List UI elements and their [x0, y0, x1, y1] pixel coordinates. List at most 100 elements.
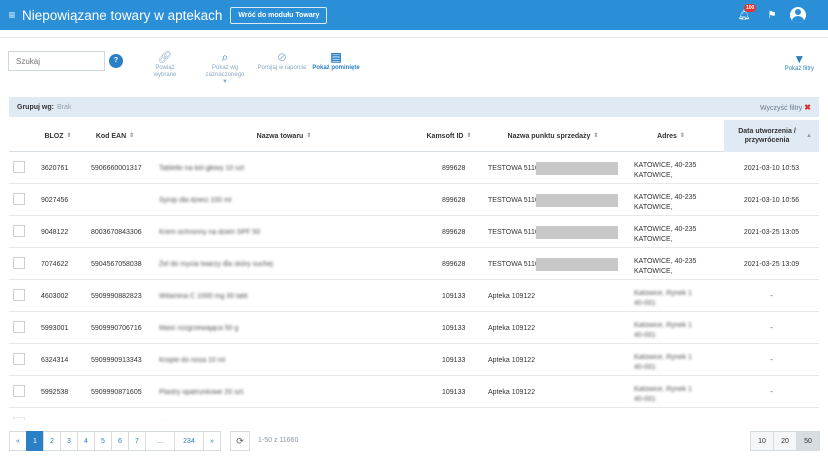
back-to-products-button[interactable]: Wróć do modułu Towary [230, 6, 328, 24]
hamburger-menu-icon[interactable]: ≡ [4, 8, 20, 22]
cell-point-name: Apteka 109122 [488, 292, 536, 300]
table-row[interactable]: 5992538 5909990871605 Plastry opatrunkow… [9, 376, 819, 408]
show-by-selected-button[interactable]: ⌕ Pokaż wg zaznaczonego ▼ [200, 50, 250, 86]
pagination: «1 2 3 4 5 6 7... 234» [9, 431, 221, 451]
header-divider [0, 30, 828, 38]
column-header-date[interactable]: Data utworzenia / przywrócenia ▲ [724, 120, 819, 152]
table-row[interactable]: 4603002 5909990882823 Witamina C 1000 mg… [9, 280, 819, 312]
column-header-bloz[interactable]: BLOZ ⇕ [33, 120, 83, 152]
redacted-block [536, 257, 618, 271]
cell-date: 2021-03-10 10:56 [743, 196, 800, 204]
table-row[interactable]: 6807911 Tabletki do ssania na gardło [9, 408, 819, 420]
search-input[interactable] [8, 51, 105, 71]
pagination-page-button[interactable]: 7 [128, 431, 146, 451]
page-size-option[interactable]: 50 [796, 431, 820, 451]
sort-icon: ⇕ [66, 132, 72, 139]
refresh-icon[interactable]: ⟳ [230, 431, 250, 451]
cell-ean: 5906660001317 [91, 164, 142, 172]
row-checkbox[interactable] [13, 161, 25, 173]
cell-kamsoft-id: 899628 [442, 260, 466, 268]
cell-kamsoft-id: 899628 [442, 228, 466, 236]
row-checkbox[interactable] [13, 193, 25, 205]
clear-filters-button[interactable]: Wyczyść filtry ✖ [760, 103, 811, 112]
page-title: Niepowiązane towary w aptekach [22, 7, 223, 23]
cell-address: KATOWICE, 40-235 KATOWICE, [634, 225, 697, 243]
redacted-block [536, 161, 618, 175]
page-size-option[interactable]: 20 [773, 431, 797, 451]
group-by-label: Grupuj wg: [17, 103, 54, 111]
row-checkbox[interactable] [13, 257, 25, 269]
row-checkbox[interactable] [13, 417, 25, 420]
row-checkbox[interactable] [13, 289, 25, 301]
pagination-page-button[interactable]: 3 [60, 431, 78, 451]
column-header-point-name[interactable]: Nazwa punktu sprzedaży ⇕ [487, 120, 619, 152]
link-icon: 🔗︎ [157, 50, 173, 64]
cell-date: - [770, 388, 773, 396]
cell-date: 2021-03-25 13:09 [743, 260, 800, 268]
cell-product-name: Plastry opatrunkowe 20 szt. [159, 388, 245, 396]
show-skipped-button[interactable]: ▤ Pokaż pominięte [312, 50, 360, 72]
group-by-bar: Grupuj wg: Brak Wyczyść filtry ✖ [9, 97, 819, 117]
page-size-option[interactable]: 10 [750, 431, 774, 451]
cell-point-name: TESTOWA 5110 [488, 260, 539, 268]
show-filters-button[interactable]: ▼ Pokaż filtry [785, 52, 814, 72]
table-row[interactable]: 9048122 8003670843306 Krem ochronny na d… [9, 216, 819, 248]
products-table: BLOZ ⇕ Kod EAN ⇕ Nazwa towaru ⇕ Kamsoft ID ⇕… [9, 120, 819, 420]
table-row[interactable]: 5993001 5909990706716 Maść rozgrzewająca… [9, 312, 819, 344]
user-avatar[interactable] [790, 7, 806, 23]
pagination-page-button[interactable]: 1 [26, 431, 44, 451]
row-checkbox[interactable] [13, 385, 25, 397]
cell-product-name: Żel do mycia twarzy dla skóry suchej [159, 260, 273, 268]
pagination-page-button[interactable]: 6 [111, 431, 129, 451]
cell-date: 2021-03-10 10:53 [743, 164, 800, 172]
notification-count-badge: 100 [744, 3, 757, 12]
pagination-page-button[interactable]: 234 [174, 431, 204, 451]
top-bar: ≡ Niepowiązane towary w aptekach Wróć do… [0, 0, 828, 30]
notifications-bell-icon[interactable]: 🔔︎ 100 [734, 3, 757, 21]
page-size-selector: 10 20 50 [750, 431, 820, 451]
table-row[interactable]: 6324314 5909990913343 Krople do nosa 10 … [9, 344, 819, 376]
cell-address: KATOWICE, 40-235 KATOWICE, [634, 161, 697, 179]
table-row[interactable]: 3620761 5906660001317 Tabletki na ból gł… [9, 152, 819, 184]
column-header-ean[interactable]: Kod EAN ⇕ [85, 120, 145, 152]
help-icon[interactable]: ? [109, 54, 123, 68]
cell-product-name: Krople do nosa 10 ml [159, 356, 226, 364]
table-row[interactable]: 7074622 5904567058038 Żel do mycia twarz… [9, 248, 819, 280]
skip-in-report-button[interactable]: ⊘ Pomijaj w raporcie [256, 50, 308, 72]
cell-address: Katowice, Rynek 1 40-001 [634, 289, 692, 307]
cell-date: - [770, 292, 773, 300]
pagination-page-button[interactable]: 4 [77, 431, 95, 451]
column-header-kamsoft-id[interactable]: Kamsoft ID ⇕ [419, 120, 479, 152]
cell-address: Katowice, Rynek 1 40-001 [634, 385, 692, 403]
pagination-page-button[interactable]: 2 [43, 431, 61, 451]
cell-date: - [770, 324, 773, 332]
cell-ean: 5904567058038 [91, 260, 142, 268]
group-by-value[interactable]: Brak [57, 104, 71, 111]
cell-ean: 8003670843306 [91, 228, 142, 236]
column-header-name[interactable]: Nazwa towaru ⇕ [154, 120, 414, 152]
filter-icon: ▼ [793, 52, 806, 66]
link-selected-button[interactable]: 🔗︎ Powiąż wybrane [146, 50, 184, 79]
table-row[interactable]: 9027456 Syrop dla dzieci 100 ml 899628 T… [9, 184, 819, 216]
cell-point-name: TESTOWA 5110 [488, 228, 539, 236]
pagination-prev-button[interactable]: « [9, 431, 27, 451]
row-checkbox[interactable] [13, 321, 25, 333]
pagination-next-button[interactable]: » [203, 431, 221, 451]
sort-ascending-icon: ▲ [806, 132, 812, 139]
pagination-page-button[interactable]: 5 [94, 431, 112, 451]
cell-ean: 5909990882823 [91, 292, 142, 300]
column-header-address[interactable]: Adres ⇕ [621, 120, 721, 152]
row-checkbox[interactable] [13, 353, 25, 365]
cell-product-name: Tabletki do ssania na gardło [159, 408, 246, 420]
pagination-page-button[interactable]: ... [145, 431, 175, 451]
cell-product-name: Witamina C 1000 mg 30 tabl. [159, 292, 250, 300]
close-icon: ✖ [804, 103, 811, 112]
cell-address: Katowice, Rynek 1 40-001 [634, 321, 692, 339]
row-checkbox[interactable] [13, 225, 25, 237]
sort-icon: ⇕ [593, 132, 599, 139]
cell-ean: 5909990871605 [91, 388, 142, 396]
cell-kamsoft-id: 109133 [442, 292, 466, 300]
chevron-down-icon: ▼ [222, 79, 228, 85]
flag-icon[interactable]: ⚑ [762, 10, 782, 21]
cell-kamsoft-id: 899628 [442, 196, 466, 204]
